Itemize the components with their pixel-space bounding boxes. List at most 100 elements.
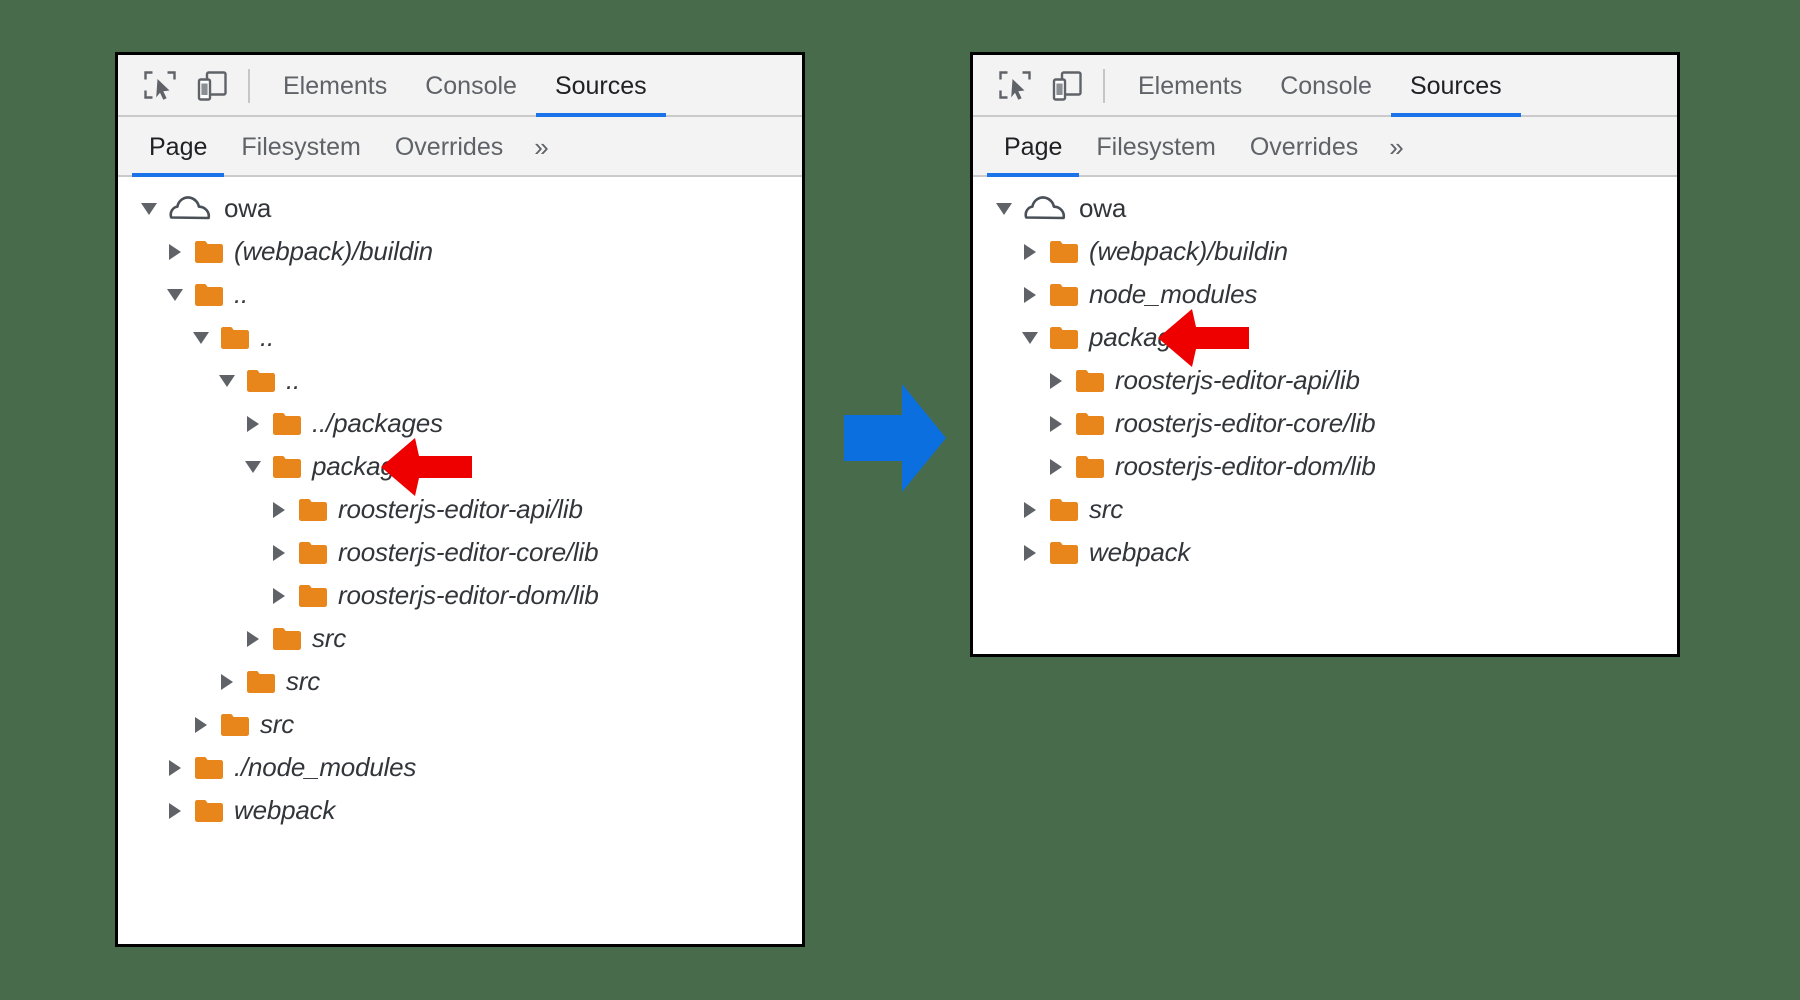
- folder-icon: [1049, 541, 1079, 565]
- more-tabs-icon[interactable]: »: [520, 117, 562, 177]
- device-toolbar-icon[interactable]: [1041, 60, 1093, 112]
- tree-row[interactable]: ../packages: [118, 402, 802, 445]
- sources-navigator-toolbar: PageFilesystemOverrides»: [118, 117, 802, 177]
- folder-icon: [272, 412, 302, 436]
- subtab-filesystem[interactable]: Filesystem: [1079, 117, 1232, 177]
- folder-icon: [272, 455, 302, 479]
- subtab-page[interactable]: Page: [132, 117, 224, 177]
- tree-row[interactable]: roosterjs-editor-core/lib: [118, 531, 802, 574]
- chevron-down-icon[interactable]: [240, 454, 266, 480]
- tree-row[interactable]: roosterjs-editor-dom/lib: [973, 445, 1677, 488]
- chevron-right-icon[interactable]: [266, 540, 292, 566]
- chevron-right-icon[interactable]: [188, 712, 214, 738]
- device-toolbar-icon[interactable]: [186, 60, 238, 112]
- tree-row[interactable]: packages: [118, 445, 802, 488]
- tab-console[interactable]: Console: [1261, 55, 1391, 117]
- more-tabs-icon[interactable]: »: [1375, 117, 1417, 177]
- folder-icon: [1075, 369, 1105, 393]
- tab-sources[interactable]: Sources: [536, 55, 666, 117]
- inspect-element-icon[interactable]: [134, 60, 186, 112]
- chevron-right-icon[interactable]: [214, 669, 240, 695]
- tab-console[interactable]: Console: [406, 55, 536, 117]
- folder-icon: [194, 799, 224, 823]
- tree-row[interactable]: roosterjs-editor-dom/lib: [118, 574, 802, 617]
- chevron-right-icon[interactable]: [1043, 411, 1069, 437]
- folder-icon: [272, 627, 302, 651]
- chevron-right-icon[interactable]: [240, 626, 266, 652]
- chevron-right-icon[interactable]: [1017, 239, 1043, 265]
- folder-icon-glyph: [220, 326, 250, 350]
- chevron-down-icon[interactable]: [188, 325, 214, 351]
- tree-row[interactable]: (webpack)/buildin: [118, 230, 802, 273]
- tree-row[interactable]: ..: [118, 273, 802, 316]
- chevron-right-icon[interactable]: [266, 497, 292, 523]
- inspect-element-icon[interactable]: [989, 60, 1041, 112]
- folder-icon-glyph: [1075, 412, 1105, 436]
- tree-row[interactable]: (webpack)/buildin: [973, 230, 1677, 273]
- inspect-element-icon-glyph: [998, 69, 1032, 103]
- subtab-overrides[interactable]: Overrides: [1233, 117, 1375, 177]
- tree-row[interactable]: src: [118, 617, 802, 660]
- tree-row[interactable]: owa: [973, 187, 1677, 230]
- folder-icon: [220, 326, 250, 350]
- folder-icon: [298, 498, 328, 522]
- folder-icon-glyph: [272, 412, 302, 436]
- tree-row[interactable]: ..: [118, 359, 802, 402]
- chevron-down-icon[interactable]: [136, 196, 162, 222]
- folder-icon: [246, 670, 276, 694]
- tree-node-label: ./node_modules: [234, 752, 416, 783]
- chevron-right-icon[interactable]: [240, 411, 266, 437]
- tree-row[interactable]: ..: [118, 316, 802, 359]
- chevron-right-icon[interactable]: [1043, 368, 1069, 394]
- chevron-right-icon[interactable]: [266, 583, 292, 609]
- chevron-right-icon[interactable]: [162, 755, 188, 781]
- folder-icon-glyph: [1075, 369, 1105, 393]
- chevron-down-icon[interactable]: [991, 196, 1017, 222]
- chevron-right-icon[interactable]: [162, 239, 188, 265]
- chevron-right-icon[interactable]: [1017, 497, 1043, 523]
- inspect-element-icon-glyph: [143, 69, 177, 103]
- tree-row[interactable]: webpack: [973, 531, 1677, 574]
- chevron-right-icon[interactable]: [162, 798, 188, 824]
- device-toolbar-icon-glyph: [1050, 69, 1084, 103]
- tree-row[interactable]: roosterjs-editor-api/lib: [973, 359, 1677, 402]
- tree-row[interactable]: ./node_modules: [118, 746, 802, 789]
- folder-icon-glyph: [298, 584, 328, 608]
- folder-icon-glyph: [246, 369, 276, 393]
- tree-row[interactable]: src: [118, 660, 802, 703]
- tree-row[interactable]: src: [118, 703, 802, 746]
- chevron-right-icon[interactable]: [1043, 454, 1069, 480]
- tree-node-label: packages: [312, 451, 422, 482]
- sources-navigator-toolbar: PageFilesystemOverrides»: [973, 117, 1677, 177]
- folder-icon-glyph: [298, 498, 328, 522]
- tree-row[interactable]: packages: [973, 316, 1677, 359]
- tree-row[interactable]: webpack: [118, 789, 802, 832]
- subtab-page[interactable]: Page: [987, 117, 1079, 177]
- folder-icon: [1075, 412, 1105, 436]
- chevron-down-icon[interactable]: [214, 368, 240, 394]
- tree-node-label: src: [260, 709, 294, 740]
- chevron-down-icon[interactable]: [162, 282, 188, 308]
- chevron-right-icon[interactable]: [1017, 540, 1043, 566]
- blue-transition-arrow: [840, 382, 950, 494]
- subtab-filesystem[interactable]: Filesystem: [224, 117, 377, 177]
- tree-node-label: owa: [1079, 193, 1126, 224]
- tab-sources[interactable]: Sources: [1391, 55, 1521, 117]
- chevron-down-icon[interactable]: [1017, 325, 1043, 351]
- tree-row[interactable]: node_modules: [973, 273, 1677, 316]
- folder-icon: [1049, 283, 1079, 307]
- folder-icon: [194, 756, 224, 780]
- tab-elements[interactable]: Elements: [1119, 55, 1261, 117]
- tree-row[interactable]: owa: [118, 187, 802, 230]
- folder-icon-glyph: [194, 756, 224, 780]
- file-navigator-tree: owa(webpack)/buildin......../packagespac…: [118, 177, 802, 944]
- tab-elements[interactable]: Elements: [264, 55, 406, 117]
- folder-icon: [194, 240, 224, 264]
- tree-row[interactable]: src: [973, 488, 1677, 531]
- file-navigator-tree: owa (webpack)/buildinnode_modulespackages…: [973, 177, 1677, 654]
- chevron-right-icon[interactable]: [1017, 282, 1043, 308]
- tree-row[interactable]: roosterjs-editor-core/lib: [973, 402, 1677, 445]
- folder-icon-glyph: [298, 541, 328, 565]
- tree-row[interactable]: roosterjs-editor-api/lib: [118, 488, 802, 531]
- subtab-overrides[interactable]: Overrides: [378, 117, 520, 177]
